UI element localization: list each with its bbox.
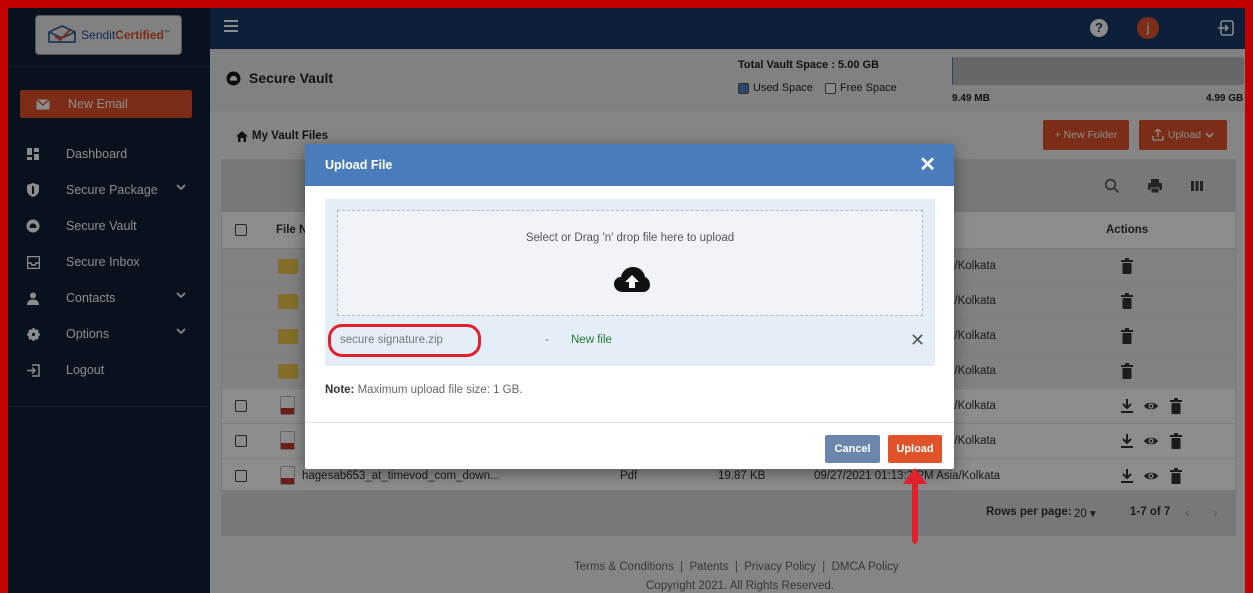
upload-note: Note: Maximum upload file size: 1 GB.	[325, 384, 522, 396]
app-window: SenditCertified™ New Email Dashboard Sec…	[8, 8, 1245, 593]
file-drop-zone[interactable]: Select or Drag 'n' drop file here to upl…	[337, 210, 923, 316]
annotation-arrow-icon	[903, 468, 927, 544]
upload-file-dialog: Upload File ✕ Select or Drag 'n' drop fi…	[305, 144, 954, 469]
note-text: Maximum upload file size: 1 GB.	[354, 384, 523, 396]
remove-file-icon[interactable]: ✕	[910, 330, 925, 351]
note-label: Note:	[325, 384, 355, 396]
divider	[305, 422, 954, 423]
annotation-highlight	[328, 324, 481, 357]
drop-zone-text: Select or Drag 'n' drop file here to upl…	[525, 232, 735, 244]
close-icon[interactable]: ✕	[919, 155, 936, 175]
dialog-title: Upload File	[325, 158, 393, 172]
upload-area: Select or Drag 'n' drop file here to upl…	[325, 199, 935, 366]
cloud-upload-icon	[614, 267, 650, 292]
separator: -	[545, 334, 549, 346]
upload-button[interactable]: Upload	[888, 435, 942, 463]
cancel-button[interactable]: Cancel	[825, 435, 880, 463]
upload-file-status: New file	[571, 334, 612, 346]
upload-file-item: secure signature.zip - New file ✕	[325, 324, 935, 359]
dialog-header: Upload File ✕	[305, 144, 954, 186]
